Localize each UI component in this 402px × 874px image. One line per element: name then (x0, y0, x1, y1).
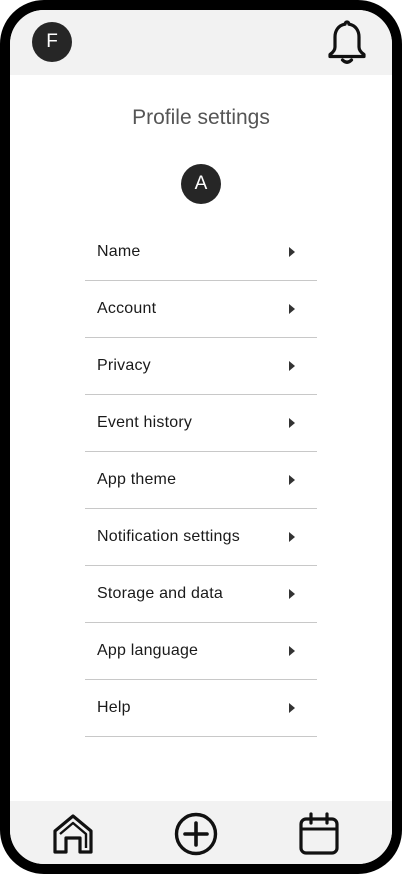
user-avatar[interactable]: F (32, 22, 72, 62)
bottom-nav (10, 801, 392, 864)
settings-item-account[interactable]: Account (85, 281, 317, 338)
chevron-right-icon (289, 418, 295, 428)
settings-item-label: Event history (97, 414, 193, 431)
calendar-icon[interactable] (296, 811, 342, 857)
settings-item-notification-settings[interactable]: Notification settings (85, 509, 317, 566)
chevron-right-icon (289, 475, 295, 485)
chevron-right-icon (289, 532, 295, 542)
chevron-right-icon (289, 361, 295, 371)
chevron-right-icon (289, 247, 295, 257)
bell-icon[interactable] (325, 18, 369, 66)
settings-item-help[interactable]: Help (85, 680, 317, 737)
user-avatar-initial: F (46, 31, 58, 52)
settings-item-privacy[interactable]: Privacy (85, 338, 317, 395)
settings-item-label: Help (97, 699, 131, 716)
chevron-right-icon (289, 304, 295, 314)
profile-avatar-initial: A (194, 173, 208, 194)
settings-item-app-language[interactable]: App language (85, 623, 317, 680)
top-bar: F (10, 10, 392, 75)
settings-item-label: Privacy (97, 357, 151, 374)
chevron-right-icon (289, 703, 295, 713)
settings-item-label: App theme (97, 471, 177, 488)
plus-circle-icon[interactable] (173, 811, 219, 857)
page-title: Profile settings (132, 106, 270, 129)
settings-item-name[interactable]: Name (85, 224, 317, 281)
settings-item-label: Notification settings (97, 528, 240, 545)
settings-item-app-theme[interactable]: App theme (85, 452, 317, 509)
settings-item-label: Storage and data (97, 585, 223, 602)
profile-avatar[interactable]: A (181, 164, 221, 204)
chevron-right-icon (289, 589, 295, 599)
home-icon[interactable] (50, 811, 96, 857)
settings-item-event-history[interactable]: Event history (85, 395, 317, 452)
settings-item-label: App language (97, 642, 199, 659)
phone-frame: F Profile settings A Name Account Privac… (0, 0, 402, 874)
chevron-right-icon (289, 646, 295, 656)
settings-item-storage-and-data[interactable]: Storage and data (85, 566, 317, 623)
settings-list: Name Account Privacy Event history App t… (85, 224, 317, 737)
settings-item-label: Name (97, 243, 141, 260)
settings-item-label: Account (97, 300, 157, 317)
